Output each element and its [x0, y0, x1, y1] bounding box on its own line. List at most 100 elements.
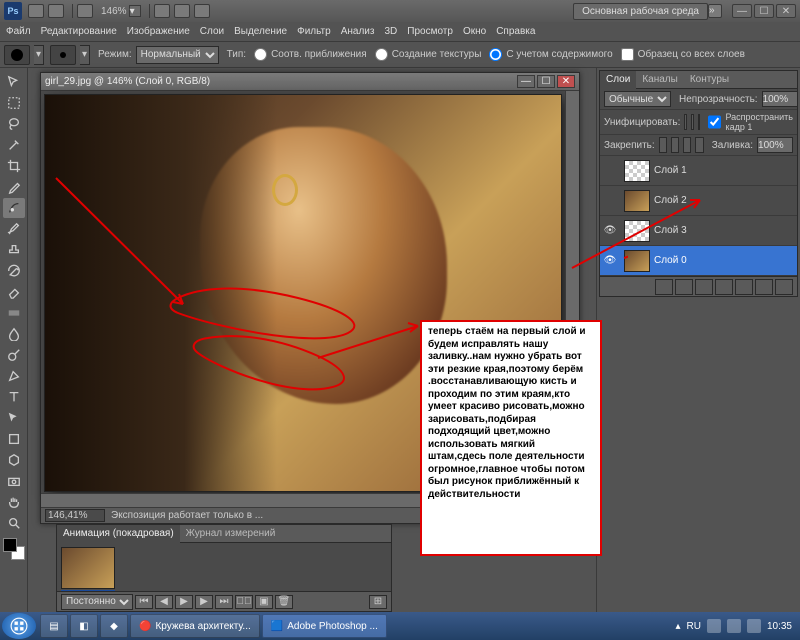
lock-position-icon[interactable] — [683, 137, 691, 153]
zoom-level[interactable]: 146% — [101, 6, 127, 17]
gradient-tool-icon[interactable] — [3, 303, 25, 323]
zoom-tool-icon[interactable] — [3, 513, 25, 533]
menu-file[interactable]: Файл — [6, 26, 31, 37]
menu-3d[interactable]: 3D — [384, 26, 397, 37]
unify-style-icon[interactable] — [698, 114, 701, 130]
bridge-icon[interactable] — [28, 4, 44, 18]
layer-style-icon[interactable] — [675, 279, 693, 295]
tab-measurement-log[interactable]: Журнал измерений — [180, 525, 282, 543]
tray-expand-icon[interactable]: ▴ — [675, 621, 680, 632]
blend-mode-select[interactable]: Обычные — [604, 91, 671, 107]
tab-channels[interactable]: Каналы — [636, 71, 684, 89]
tab-animation[interactable]: Анимация (покадровая) — [57, 525, 180, 543]
brush-preset-icon[interactable] — [50, 45, 76, 65]
propagate-checkbox[interactable] — [708, 114, 721, 130]
layer-mask-icon[interactable] — [695, 279, 713, 295]
doc-maximize-icon[interactable]: ☐ — [537, 75, 555, 88]
layer-thumbnail[interactable] — [624, 250, 650, 272]
lasso-tool-icon[interactable] — [3, 114, 25, 134]
fill-input[interactable] — [757, 137, 793, 153]
layer-thumbnail[interactable] — [624, 190, 650, 212]
type-contentaware-radio[interactable] — [489, 48, 502, 61]
taskbar-app2-icon[interactable]: ◆ — [100, 614, 128, 638]
hand-icon[interactable] — [154, 4, 170, 18]
eyedropper-tool-icon[interactable] — [3, 177, 25, 197]
prev-frame-icon[interactable]: ◀ — [155, 595, 173, 609]
lock-transparent-icon[interactable] — [659, 137, 667, 153]
workspace-button[interactable]: Основная рабочая среда — [573, 3, 708, 20]
camera-tool-icon[interactable] — [3, 471, 25, 491]
menu-layer[interactable]: Слои — [200, 26, 224, 37]
layer-group-icon[interactable] — [735, 279, 753, 295]
workspace-chevron-icon[interactable]: » — [708, 4, 722, 18]
layer-name[interactable]: Слой 2 — [654, 195, 687, 206]
menu-view[interactable]: Просмотр — [407, 26, 453, 37]
menu-image[interactable]: Изображение — [127, 26, 190, 37]
layer-row[interactable]: Слой 2 — [600, 186, 797, 216]
menu-select[interactable]: Выделение — [234, 26, 287, 37]
clock[interactable]: 10:35 — [767, 621, 792, 632]
doc-close-icon[interactable]: ✕ — [557, 75, 575, 88]
layer-row[interactable]: 👁 Слой 3 — [600, 216, 797, 246]
hand-tool-icon[interactable] — [3, 492, 25, 512]
first-frame-icon[interactable]: ⏮ — [135, 595, 153, 609]
language-indicator[interactable]: RU — [687, 621, 701, 632]
layer-name[interactable]: Слой 1 — [654, 165, 687, 176]
next-frame-icon[interactable]: ▶ — [195, 595, 213, 609]
status-zoom[interactable]: 146,41% — [45, 509, 105, 522]
taskbar-explorer-icon[interactable]: ▤ — [40, 614, 68, 638]
layer-name[interactable]: Слой 3 — [654, 225, 687, 236]
marquee-tool-icon[interactable] — [3, 93, 25, 113]
opacity-input[interactable] — [762, 91, 798, 107]
arrange-icon[interactable] — [174, 4, 190, 18]
last-frame-icon[interactable]: ⏭ — [215, 595, 233, 609]
loop-select[interactable]: Постоянно — [61, 594, 133, 610]
zoom-dropdown-icon[interactable]: ▾ — [129, 5, 141, 17]
crop-tool-icon[interactable] — [3, 156, 25, 176]
taskbar-app-icon[interactable]: ◧ — [70, 614, 98, 638]
tool-preset-icon[interactable] — [4, 45, 30, 65]
tray-network-icon[interactable] — [727, 619, 741, 633]
3d-tool-icon[interactable] — [3, 450, 25, 470]
link-layers-icon[interactable] — [655, 279, 673, 295]
tab-layers[interactable]: Слои — [600, 71, 636, 89]
system-tray[interactable]: ▴ RU 10:35 — [669, 619, 798, 633]
tween-icon[interactable]: �⃞ — [235, 595, 253, 609]
tray-volume-icon[interactable] — [747, 619, 761, 633]
delete-frame-icon[interactable]: 🗑 — [275, 595, 293, 609]
wand-tool-icon[interactable] — [3, 135, 25, 155]
tab-paths[interactable]: Контуры — [684, 71, 735, 89]
timeline-mode-icon[interactable]: ⊞ — [369, 595, 387, 609]
stamp-tool-icon[interactable] — [3, 240, 25, 260]
layer-thumbnail[interactable] — [624, 160, 650, 182]
frame-thumbnail[interactable] — [61, 547, 115, 589]
new-frame-icon[interactable]: ▣ — [255, 595, 273, 609]
sample-all-checkbox[interactable] — [621, 48, 634, 61]
document-titlebar[interactable]: girl_29.jpg @ 146% (Слой 0, RGB/8) — ☐ ✕ — [41, 73, 579, 91]
type-proximity-radio[interactable] — [254, 48, 267, 61]
layer-name[interactable]: Слой 0 — [654, 255, 687, 266]
start-button[interactable] — [2, 613, 36, 639]
maximize-icon[interactable]: ☐ — [754, 4, 774, 18]
color-swatches[interactable] — [3, 538, 25, 560]
tool-preset-dropdown-icon[interactable]: ▾ — [34, 45, 44, 65]
lock-pixels-icon[interactable] — [671, 137, 679, 153]
play-icon[interactable]: ▶ — [175, 595, 193, 609]
brush-tool-icon[interactable] — [3, 219, 25, 239]
taskbar-opera[interactable]: 🔴 Кружева архитекту... — [130, 614, 260, 638]
tray-flag-icon[interactable] — [707, 619, 721, 633]
move-tool-icon[interactable] — [3, 72, 25, 92]
brush-dropdown-icon[interactable]: ▾ — [80, 45, 90, 65]
dodge-tool-icon[interactable] — [3, 345, 25, 365]
close-icon[interactable]: ✕ — [776, 4, 796, 18]
adjustment-layer-icon[interactable] — [715, 279, 733, 295]
blur-tool-icon[interactable] — [3, 324, 25, 344]
screenmode-icon[interactable] — [194, 4, 210, 18]
layer-thumbnail[interactable] — [624, 220, 650, 242]
healing-brush-tool-icon[interactable] — [3, 198, 25, 218]
unify-position-icon[interactable] — [684, 114, 687, 130]
menu-filter[interactable]: Фильтр — [297, 26, 331, 37]
new-layer-icon[interactable] — [755, 279, 773, 295]
delete-layer-icon[interactable] — [775, 279, 793, 295]
history-brush-tool-icon[interactable] — [3, 261, 25, 281]
